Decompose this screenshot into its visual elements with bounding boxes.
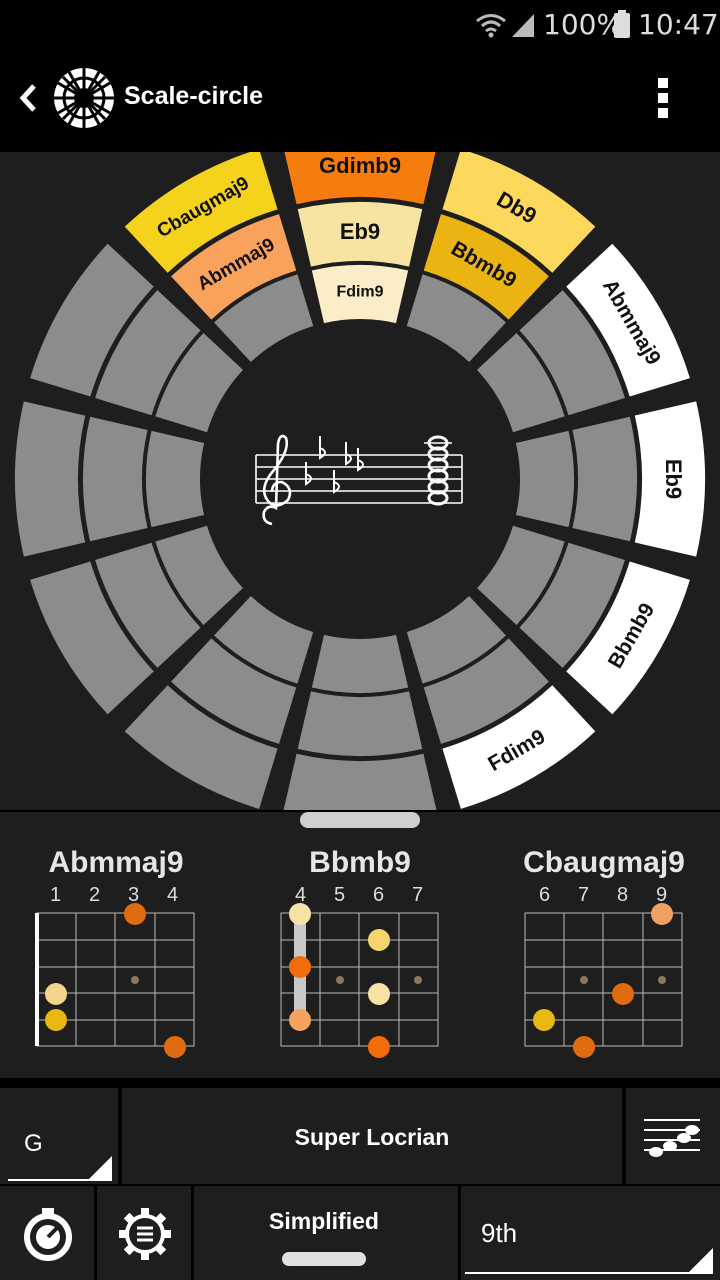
- wifi-icon: [476, 14, 506, 38]
- mode-label: Simplified: [269, 1208, 379, 1234]
- wheel-cell-r1-0[interactable]: Eb9: [297, 202, 423, 267]
- metronome-button[interactable]: [0, 1186, 94, 1280]
- battery-icon: [614, 10, 630, 38]
- chord-dots-2: [289, 903, 422, 1058]
- page-title: Scale-circle: [124, 82, 263, 110]
- back-icon[interactable]: [16, 82, 40, 114]
- battery-percent: 100%: [543, 8, 624, 41]
- settings-button[interactable]: [97, 1186, 191, 1280]
- extension-value: 9th: [481, 1218, 518, 1248]
- key-value: G: [24, 1130, 43, 1157]
- scale-circle-area: Gdimb9 Db9 Abmmaj9 Eb9 Bbmb9 Fdim9 Cbaugmaj9 Eb…: [0, 134, 720, 824]
- scale-circle-logo-icon: [54, 68, 114, 128]
- scale-selector[interactable]: Super Locrian: [122, 1088, 622, 1184]
- wheel-label: Eb9: [661, 459, 686, 499]
- wheel-cell-r1-6[interactable]: [297, 691, 423, 756]
- wheel-segment: [311, 634, 409, 693]
- status-bar: 100% 10:47: [0, 0, 720, 50]
- wheel-label: Gdimb9: [319, 153, 401, 178]
- wheel-segment: [297, 691, 423, 756]
- extension-selector[interactable]: 9th: [461, 1186, 720, 1280]
- notation-button[interactable]: [626, 1088, 720, 1184]
- wheel-cell-r0-6[interactable]: [282, 753, 438, 824]
- wheel-cell-r0-0[interactable]: Gdimb9: [282, 134, 438, 205]
- mode-toggle[interactable]: Simplified: [194, 1186, 458, 1280]
- signal-icon: [512, 14, 534, 37]
- wheel-cell-r2-9[interactable]: [145, 430, 205, 528]
- wheel-cell-r0-9[interactable]: [14, 401, 86, 557]
- overflow-menu-icon[interactable]: [654, 74, 674, 122]
- wheel-cell-r2-3[interactable]: [515, 430, 574, 528]
- wheel-cell-r1-9[interactable]: [83, 416, 148, 542]
- chord-panel: Abmmaj9 1234 Bbmb9 4567 Cbaugmaj9 6789: [0, 812, 720, 1078]
- wheel-segment: [282, 753, 438, 824]
- wheel-segment: [515, 430, 574, 528]
- bottom-controls: G Super Locrian Simplified 9th: [0, 1080, 720, 1280]
- gear-icon: [119, 1208, 171, 1260]
- key-selector[interactable]: G: [0, 1088, 118, 1184]
- timer-icon: [24, 1208, 72, 1261]
- wheel-segment: [572, 416, 637, 542]
- wheel-label: Eb9: [340, 219, 380, 244]
- dropdown-corner-icon: [88, 1156, 112, 1180]
- chord-diagrams[interactable]: [0, 812, 720, 1078]
- wheel-segment: [14, 401, 86, 557]
- scale-wheel[interactable]: Gdimb9Db9Abmmaj9Eb9Bbmb9Fdim9Cbaugmaj9 Eb…: [0, 134, 720, 824]
- scale-name: Super Locrian: [294, 1124, 450, 1150]
- wheel-segment: [145, 430, 205, 528]
- clock: 10:47: [638, 8, 719, 41]
- mode-toggle-pill: [282, 1252, 366, 1266]
- app-bar: Scale-circle: [0, 50, 720, 150]
- wheel-cell-r0-3[interactable]: Eb9: [634, 401, 705, 557]
- wheel-cell-r2-6[interactable]: [311, 634, 409, 693]
- wheel-segment: [83, 416, 148, 542]
- wheel-label: Fdim9: [336, 284, 383, 301]
- wheel-cell-r1-3[interactable]: [572, 416, 637, 542]
- staff-notes-icon: [644, 1119, 700, 1157]
- dropdown-corner-icon: [689, 1248, 713, 1272]
- wheel-cell-r2-0[interactable]: Fdim9: [311, 265, 409, 324]
